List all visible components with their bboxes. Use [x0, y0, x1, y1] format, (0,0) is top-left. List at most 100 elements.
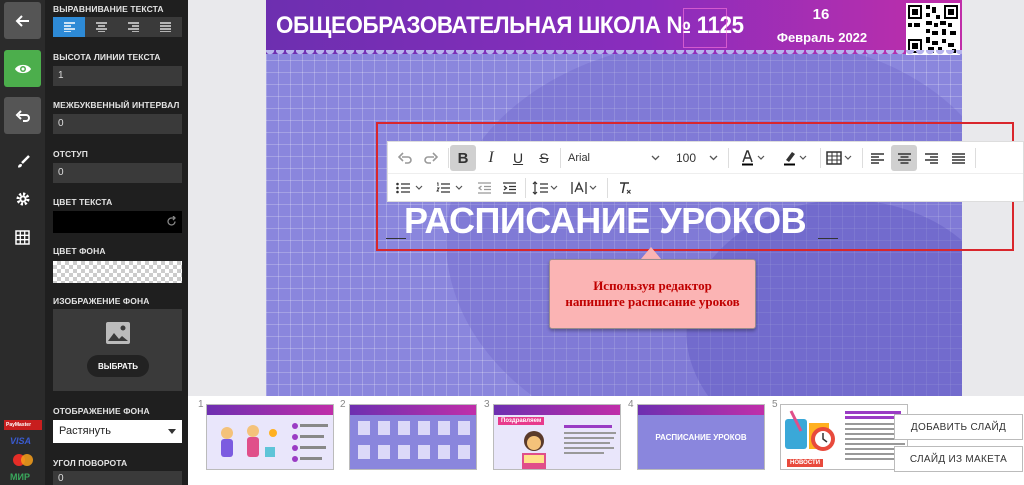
rotation-input[interactable]: 0 — [53, 471, 182, 485]
outdent-button[interactable] — [472, 175, 496, 201]
slide-thumbnail-1[interactable] — [206, 404, 334, 470]
slide-number: 2 — [340, 399, 346, 410]
editor-align-right-button[interactable] — [918, 145, 944, 171]
line-height-button[interactable] — [528, 175, 564, 201]
toolbar-separator — [975, 148, 976, 168]
toolbar-separator — [862, 148, 863, 168]
date-month[interactable]: Февраль 2022 — [772, 30, 872, 45]
text-color-picker[interactable] — [53, 211, 182, 233]
line-height-input[interactable]: 1 — [53, 66, 182, 86]
slide-thumbnail-3[interactable]: Поздравляем — [493, 404, 621, 470]
bullet-list-icon — [396, 182, 423, 194]
toolbar-separator — [525, 178, 526, 198]
indent-label: ОТСТУП — [53, 149, 88, 159]
letter-spacing-input[interactable]: 0 — [53, 114, 182, 134]
bg-display-select[interactable]: Растянуть — [53, 420, 182, 443]
mastercard-logo — [11, 453, 35, 467]
tooltip-arrow — [641, 247, 661, 259]
add-slide-button[interactable]: ДОБАВИТЬ СЛАЙД — [894, 414, 1023, 440]
thumb-label: РАСПИСАНИЕ УРОКОВ — [655, 433, 747, 442]
bold-button[interactable]: B — [450, 145, 476, 171]
slide-thumbnail-5[interactable]: НОВОСТИ — [780, 404, 908, 470]
choose-image-button[interactable]: ВЫБРАТЬ — [87, 355, 149, 377]
bg-image-label: ИЗОБРАЖЕНИЕ ФОНА — [53, 296, 150, 306]
slide-thumbnail-2[interactable] — [349, 404, 477, 470]
kids-illustration-icon — [221, 425, 277, 457]
paymaster-logo: PayMaster — [4, 420, 42, 430]
align-justify-icon — [951, 152, 965, 164]
brush-icon — [17, 154, 30, 167]
school-title[interactable]: ОБЩЕОБРАЗОВАТЕЛЬНАЯ ШКОЛА № 1125 — [276, 12, 744, 40]
editor-align-left-button[interactable] — [864, 145, 890, 171]
font-size-select[interactable]: 100 — [672, 145, 722, 171]
visa-logo: VISA — [10, 436, 32, 446]
brush-button[interactable] — [4, 143, 41, 180]
text-caret-left — [386, 238, 406, 239]
align-left-icon — [870, 152, 884, 164]
lesson-schedule-title[interactable]: РАСПИСАНИЕ УРОКОВ — [404, 200, 807, 242]
date-day[interactable]: 16 — [806, 6, 836, 23]
highlighter-icon — [784, 152, 807, 166]
align-center-button[interactable] — [85, 17, 117, 37]
underline-icon: U — [512, 150, 524, 166]
text-align-group — [53, 17, 182, 37]
left-toolbar: PayMaster VISA МИР — [0, 0, 45, 485]
settings-button[interactable] — [4, 180, 41, 217]
highlight-color-button[interactable] — [776, 145, 816, 171]
strikethrough-button[interactable]: S — [531, 145, 557, 171]
undo-button[interactable] — [4, 97, 41, 134]
table-button[interactable] — [822, 145, 858, 171]
thumb-header — [207, 405, 333, 415]
align-right-button[interactable] — [118, 17, 150, 37]
slide-thumbnail-4[interactable]: РАСПИСАНИЕ УРОКОВ — [637, 404, 765, 470]
slide-from-layout-button[interactable]: СЛАЙД ИЗ МАКЕТА — [894, 446, 1023, 472]
thumb-header — [494, 405, 620, 415]
align-justify-button[interactable] — [150, 17, 182, 37]
toolbar-separator — [607, 178, 608, 198]
underline-button[interactable]: U — [505, 145, 531, 171]
line-height-label: ВЫСОТА ЛИНИИ ТЕКСТА — [53, 52, 161, 62]
bg-image-dropzone[interactable]: ВЫБРАТЬ — [53, 309, 182, 391]
font-size-value: 100 — [676, 151, 697, 165]
grid-button[interactable] — [4, 219, 41, 256]
numbered-list-button[interactable] — [432, 175, 470, 201]
slide-number: 4 — [628, 399, 634, 410]
girl-reading-icon — [522, 431, 546, 469]
indent-button[interactable] — [497, 175, 521, 201]
reset-icon[interactable] — [166, 216, 177, 227]
bullet-list-button[interactable] — [392, 175, 430, 201]
align-justify-icon — [160, 22, 172, 32]
gear-icon — [16, 192, 29, 205]
editor-redo-button[interactable] — [418, 145, 444, 171]
school-supplies-icon — [785, 410, 835, 451]
image-icon — [106, 322, 130, 344]
qr-code[interactable] — [906, 3, 960, 55]
italic-button[interactable]: I — [478, 145, 504, 171]
letter-spacing-label: МЕЖБУКВЕННЫЙ ИНТЕРВАЛ — [53, 100, 180, 110]
text-color-button[interactable] — [734, 145, 774, 171]
letter-spacing-button[interactable] — [567, 175, 603, 201]
undo-icon — [15, 109, 30, 122]
font-color-icon — [742, 150, 765, 166]
text-caret-right — [818, 238, 838, 239]
text-color-label: ЦВЕТ ТЕКСТА — [53, 197, 113, 207]
back-button[interactable] — [4, 2, 41, 39]
thumb-header — [350, 405, 476, 415]
thumb-header — [638, 405, 764, 415]
preview-button[interactable] — [4, 50, 41, 87]
rotation-label: УГОЛ ПОВОРОТА — [53, 458, 128, 468]
clear-formatting-button[interactable] — [612, 175, 638, 201]
title-selection-frame — [683, 8, 727, 48]
indent-input[interactable]: 0 — [53, 163, 182, 183]
font-family-select[interactable]: Arial — [564, 145, 664, 171]
outdent-icon — [477, 182, 491, 194]
teachers-grid-icon — [358, 421, 470, 459]
bg-color-picker[interactable] — [53, 261, 182, 283]
align-left-button[interactable] — [53, 17, 86, 37]
toolbar-separator — [728, 148, 729, 168]
editor-align-center-button[interactable] — [891, 145, 917, 171]
toolbar-separator — [560, 148, 561, 168]
editor-align-justify-button[interactable] — [945, 145, 971, 171]
editor-undo-button[interactable] — [392, 145, 418, 171]
align-center-icon — [897, 152, 911, 164]
